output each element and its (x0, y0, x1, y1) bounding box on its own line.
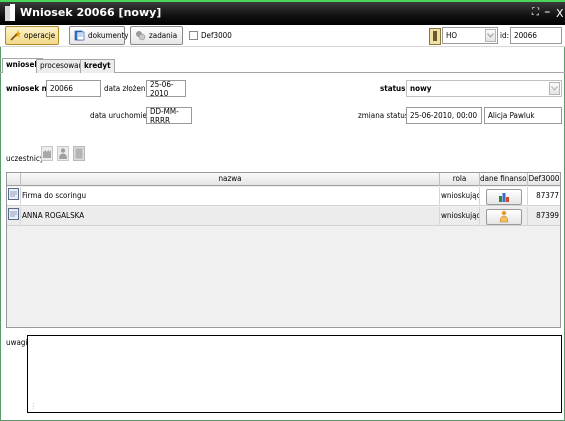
uczestnicy-label: uczestnicy: (6, 154, 46, 163)
cell-def3000: 87399 (536, 211, 559, 220)
data-zlozenia-value: 25-06-2010 (150, 79, 174, 98)
zmiana-statusu-value: 25-06-2010, 00:00 (410, 111, 478, 120)
uwagi-textarea[interactable] (27, 335, 562, 413)
header-rola[interactable]: rola (440, 173, 480, 186)
cell-nazwa: Firma do scoringu (21, 187, 440, 206)
restore-icon[interactable]: ⛶ (532, 7, 539, 18)
status-select[interactable]: nowy (406, 80, 562, 97)
resize-grip-icon[interactable]: ⋮ (30, 402, 36, 410)
header-def3000[interactable]: Def3000 (528, 173, 560, 186)
row-open-icon[interactable] (7, 207, 21, 226)
dokumenty-button[interactable]: dokumenty (69, 26, 129, 45)
branch-select-value: HO (446, 31, 458, 40)
dokumenty-label: dokumenty (88, 31, 129, 40)
branch-icon (429, 28, 441, 45)
id-label: id: (500, 31, 509, 40)
wand-icon (10, 30, 21, 41)
close-icon[interactable]: X (556, 7, 564, 20)
tab-kredyt[interactable]: kredyt (80, 59, 115, 73)
documents-icon (74, 30, 85, 41)
company-finance-icon (498, 192, 509, 202)
zadania-button[interactable]: zadania (130, 26, 183, 45)
zmiana-statusu-user: Alicja Pawluk (488, 111, 535, 120)
table-header: nazwa rola dane finanso... Def3000 (7, 173, 560, 186)
wniosek-nr-field[interactable]: 20066 (46, 80, 101, 97)
def3000-label: Def3000 (201, 31, 232, 40)
add-company-participant-icon[interactable] (41, 146, 53, 161)
def3000-checkbox[interactable] (189, 31, 198, 40)
tasks-icon (136, 31, 146, 41)
header-dane-finansowe[interactable]: dane finanso... (480, 173, 528, 186)
app-icon (5, 4, 15, 21)
chevron-down-icon[interactable] (549, 82, 560, 95)
header-nazwa[interactable]: nazwa (21, 173, 440, 186)
zmiana-statusu-field: 25-06-2010, 00:00 (406, 107, 482, 124)
remove-participant-icon[interactable] (73, 146, 85, 161)
cell-nazwa: ANNA ROGALSKA (21, 207, 440, 226)
window-title: Wniosek 20066 [nowy] (20, 6, 162, 19)
participants-table: nazwa rola dane finanso... Def3000 Firma… (6, 172, 561, 328)
tab-bar: wniosek procesowanie kredyt (0, 58, 565, 73)
id-field[interactable]: 20066 (510, 27, 562, 44)
header-icon-col (7, 173, 21, 186)
row-open-icon[interactable] (7, 187, 21, 206)
person-finance-icon (499, 210, 508, 223)
operacje-button[interactable]: operacje (5, 26, 59, 45)
branch-select[interactable]: HO (442, 27, 498, 44)
cell-rola: wnioskujący (440, 187, 480, 206)
cell-def3000: 87377 (536, 191, 559, 200)
data-uruchomienia-field[interactable]: DD-MM-RRRR (146, 106, 192, 125)
cell-dane-finansowe (480, 207, 528, 226)
chevron-down-icon[interactable] (485, 29, 496, 42)
person-finance-button[interactable] (485, 208, 522, 225)
company-finance-button[interactable] (485, 188, 522, 205)
data-zlozenia-field[interactable]: 25-06-2010 (146, 79, 186, 98)
add-person-participant-icon[interactable] (57, 146, 69, 161)
table-row[interactable]: Firma do scoringu wnioskujący 87377 (7, 187, 560, 206)
zmiana-statusu-user-field: Alicja Pawluk (484, 107, 562, 124)
status-label: status: (380, 84, 409, 93)
cell-rola: wnioskujący (440, 207, 480, 226)
operacje-label: operacje (24, 31, 56, 40)
data-uruchomienia-value: DD-MM-RRRR (150, 106, 179, 125)
minimize-icon[interactable]: ▁ (545, 6, 550, 13)
zadania-label: zadania (149, 31, 178, 40)
def3000-checkbox-group[interactable]: Def3000 (189, 31, 232, 40)
toolbar: operacje dokumenty zadania Def3000 HO id… (0, 25, 565, 47)
wniosek-nr-value: 20066 (50, 84, 73, 93)
title-bar[interactable]: Wniosek 20066 [nowy] ⛶ ▁ X (0, 0, 565, 25)
table-row[interactable]: ANNA ROGALSKA wnioskujący 87399 (7, 207, 560, 226)
status-value: nowy (410, 84, 432, 93)
id-field-value: 20066 (514, 31, 537, 40)
cell-dane-finansowe (480, 187, 528, 206)
